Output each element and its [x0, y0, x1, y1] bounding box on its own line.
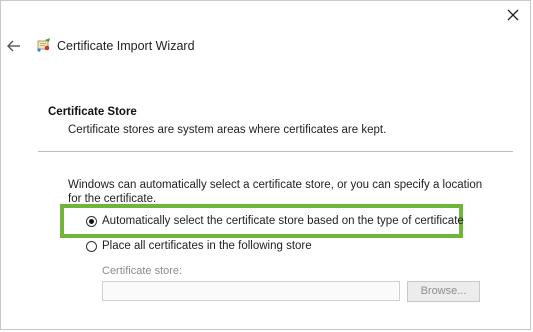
certificate-import-wizard-window: Certificate Import Wizard Certificate St… [0, 0, 531, 330]
section-title: Certificate Store [48, 106, 137, 118]
certificate-store-label: Certificate store: [102, 265, 183, 277]
radio-automatic-label: Automatically select the certificate sto… [102, 215, 464, 227]
wizard-title: Certificate Import Wizard [57, 39, 195, 53]
back-arrow-icon[interactable] [7, 39, 21, 53]
intro-text: Windows can automatically select a certi… [68, 179, 483, 205]
certificate-store-field[interactable] [102, 281, 400, 301]
certificate-wizard-icon [36, 37, 52, 53]
radio-button-checked[interactable] [86, 215, 97, 227]
radio-automatic-store[interactable]: Automatically select the certificate sto… [86, 215, 464, 227]
divider [38, 151, 513, 152]
section-description: Certificate stores are system areas wher… [68, 124, 387, 136]
close-icon[interactable] [505, 7, 521, 23]
radio-place-label: Place all certificates in the following … [102, 240, 312, 252]
browse-button[interactable]: Browse... [407, 281, 480, 302]
radio-button-unchecked[interactable] [86, 240, 97, 252]
radio-place-in-store[interactable]: Place all certificates in the following … [86, 240, 312, 252]
